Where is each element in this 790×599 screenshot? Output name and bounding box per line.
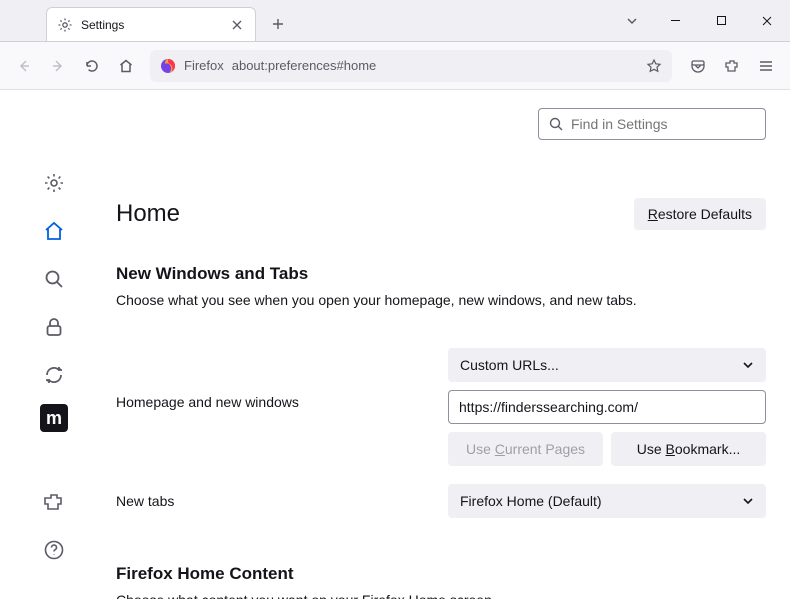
tab-close-button[interactable] (229, 17, 245, 33)
sidebar-item-more[interactable]: m (40, 404, 68, 432)
reload-button[interactable] (76, 50, 108, 82)
use-current-pages-button[interactable]: Use Current Pages (448, 432, 603, 466)
main: Home Restore Defaults New Windows and Ta… (108, 90, 790, 599)
url-bar[interactable]: Firefox about:preferences#home (150, 50, 672, 82)
page-title: Home (116, 200, 180, 228)
extensions-button[interactable] (716, 50, 748, 82)
section-desc-home-content: Choose what content you want on your Fir… (116, 592, 766, 599)
toolbar: Firefox about:preferences#home (0, 42, 790, 90)
settings-search[interactable] (538, 108, 766, 140)
app-menu-button[interactable] (750, 50, 782, 82)
section-desc-windows-tabs: Choose what you see when you open your h… (116, 292, 766, 308)
close-window-button[interactable] (744, 0, 790, 41)
sidebar-item-extensions[interactable] (35, 483, 73, 521)
section-title-home-content: Firefox Home Content (116, 564, 766, 584)
maximize-button[interactable] (698, 0, 744, 41)
sidebar: m (0, 90, 108, 599)
homepage-label: Homepage and new windows (116, 348, 448, 410)
firefox-logo-icon (160, 58, 176, 74)
tabs-dropdown-button[interactable] (612, 15, 652, 27)
newtabs-dropdown-value: Firefox Home (Default) (460, 493, 602, 509)
url-text: about:preferences#home (232, 58, 638, 73)
sidebar-item-general[interactable] (35, 164, 73, 202)
section-title-windows-tabs: New Windows and Tabs (116, 264, 766, 284)
chevron-down-icon (742, 359, 754, 371)
sidebar-item-sync[interactable] (35, 356, 73, 394)
settings-search-input[interactable] (571, 116, 755, 132)
new-tab-button[interactable] (264, 10, 292, 38)
content: m Home Restore Defaults New Windows and … (0, 90, 790, 599)
home-button[interactable] (110, 50, 142, 82)
search-icon (549, 117, 563, 131)
browser-tab[interactable]: Settings (46, 7, 256, 41)
sidebar-item-help[interactable] (35, 531, 73, 569)
newtabs-label: New tabs (116, 493, 448, 509)
homepage-dropdown[interactable]: Custom URLs... (448, 348, 766, 382)
forward-button[interactable] (42, 50, 74, 82)
restore-defaults-button[interactable]: Restore Defaults (634, 198, 766, 230)
gear-icon (57, 17, 73, 33)
back-button[interactable] (8, 50, 40, 82)
chevron-down-icon (742, 495, 754, 507)
pocket-button[interactable] (682, 50, 714, 82)
use-bookmark-button[interactable]: Use Bookmark... (611, 432, 766, 466)
sidebar-item-privacy[interactable] (35, 308, 73, 346)
titlebar: Settings (0, 0, 790, 42)
window-controls (612, 0, 790, 41)
url-brand: Firefox (184, 58, 224, 73)
newtabs-dropdown[interactable]: Firefox Home (Default) (448, 484, 766, 518)
tab-title: Settings (81, 18, 221, 32)
bookmark-star-button[interactable] (646, 58, 662, 74)
homepage-dropdown-value: Custom URLs... (460, 357, 559, 373)
sidebar-item-search[interactable] (35, 260, 73, 298)
sidebar-item-home[interactable] (35, 212, 73, 250)
minimize-button[interactable] (652, 0, 698, 41)
homepage-url-input[interactable] (448, 390, 766, 424)
